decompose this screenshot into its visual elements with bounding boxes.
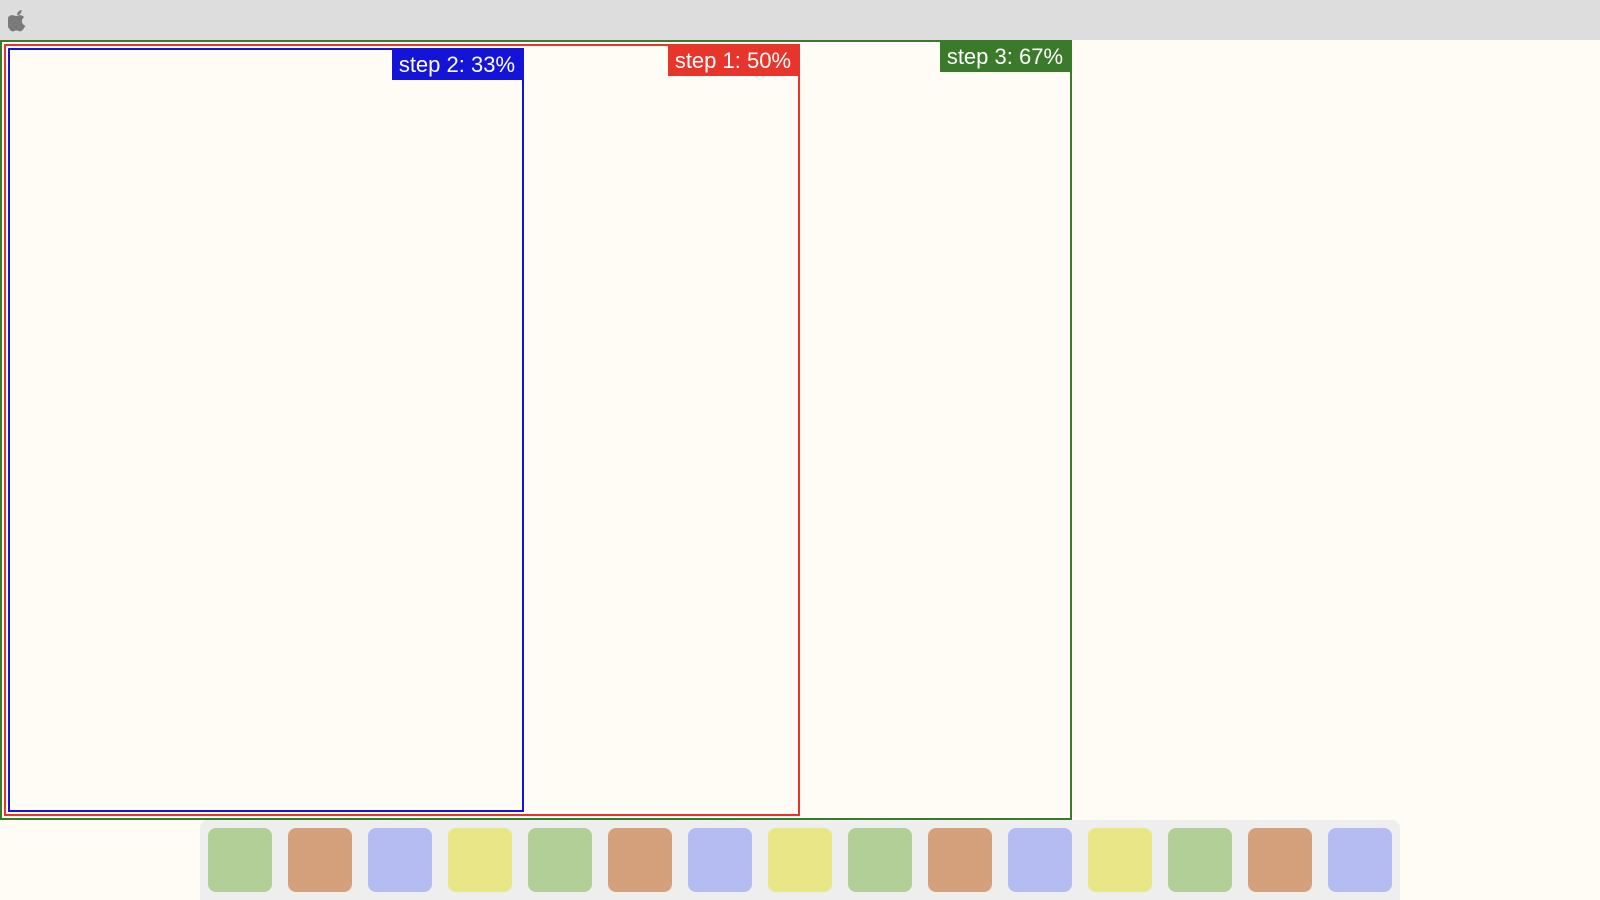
step-2-frame: step 2: 33%: [8, 48, 524, 812]
dock-item-blue[interactable]: [368, 828, 432, 892]
dock-item-blue[interactable]: [688, 828, 752, 892]
dock: [200, 820, 1400, 900]
step-3-label: step 3: 67%: [939, 42, 1070, 72]
dock-item-orange[interactable]: [608, 828, 672, 892]
dock-item-green[interactable]: [848, 828, 912, 892]
dock-item-yellow[interactable]: [448, 828, 512, 892]
step-1-label: step 1: 50%: [667, 46, 798, 76]
dock-item-yellow[interactable]: [1088, 828, 1152, 892]
dock-item-green[interactable]: [528, 828, 592, 892]
menu-bar: [0, 0, 1600, 40]
dock-item-orange[interactable]: [928, 828, 992, 892]
dock-item-orange[interactable]: [1248, 828, 1312, 892]
dock-item-yellow[interactable]: [768, 828, 832, 892]
dock-item-orange[interactable]: [288, 828, 352, 892]
step-2-label: step 2: 33%: [391, 50, 522, 80]
dock-item-blue[interactable]: [1328, 828, 1392, 892]
dock-item-blue[interactable]: [1008, 828, 1072, 892]
dock-item-green[interactable]: [1168, 828, 1232, 892]
apple-logo-icon[interactable]: [8, 10, 28, 32]
dock-item-green[interactable]: [208, 828, 272, 892]
